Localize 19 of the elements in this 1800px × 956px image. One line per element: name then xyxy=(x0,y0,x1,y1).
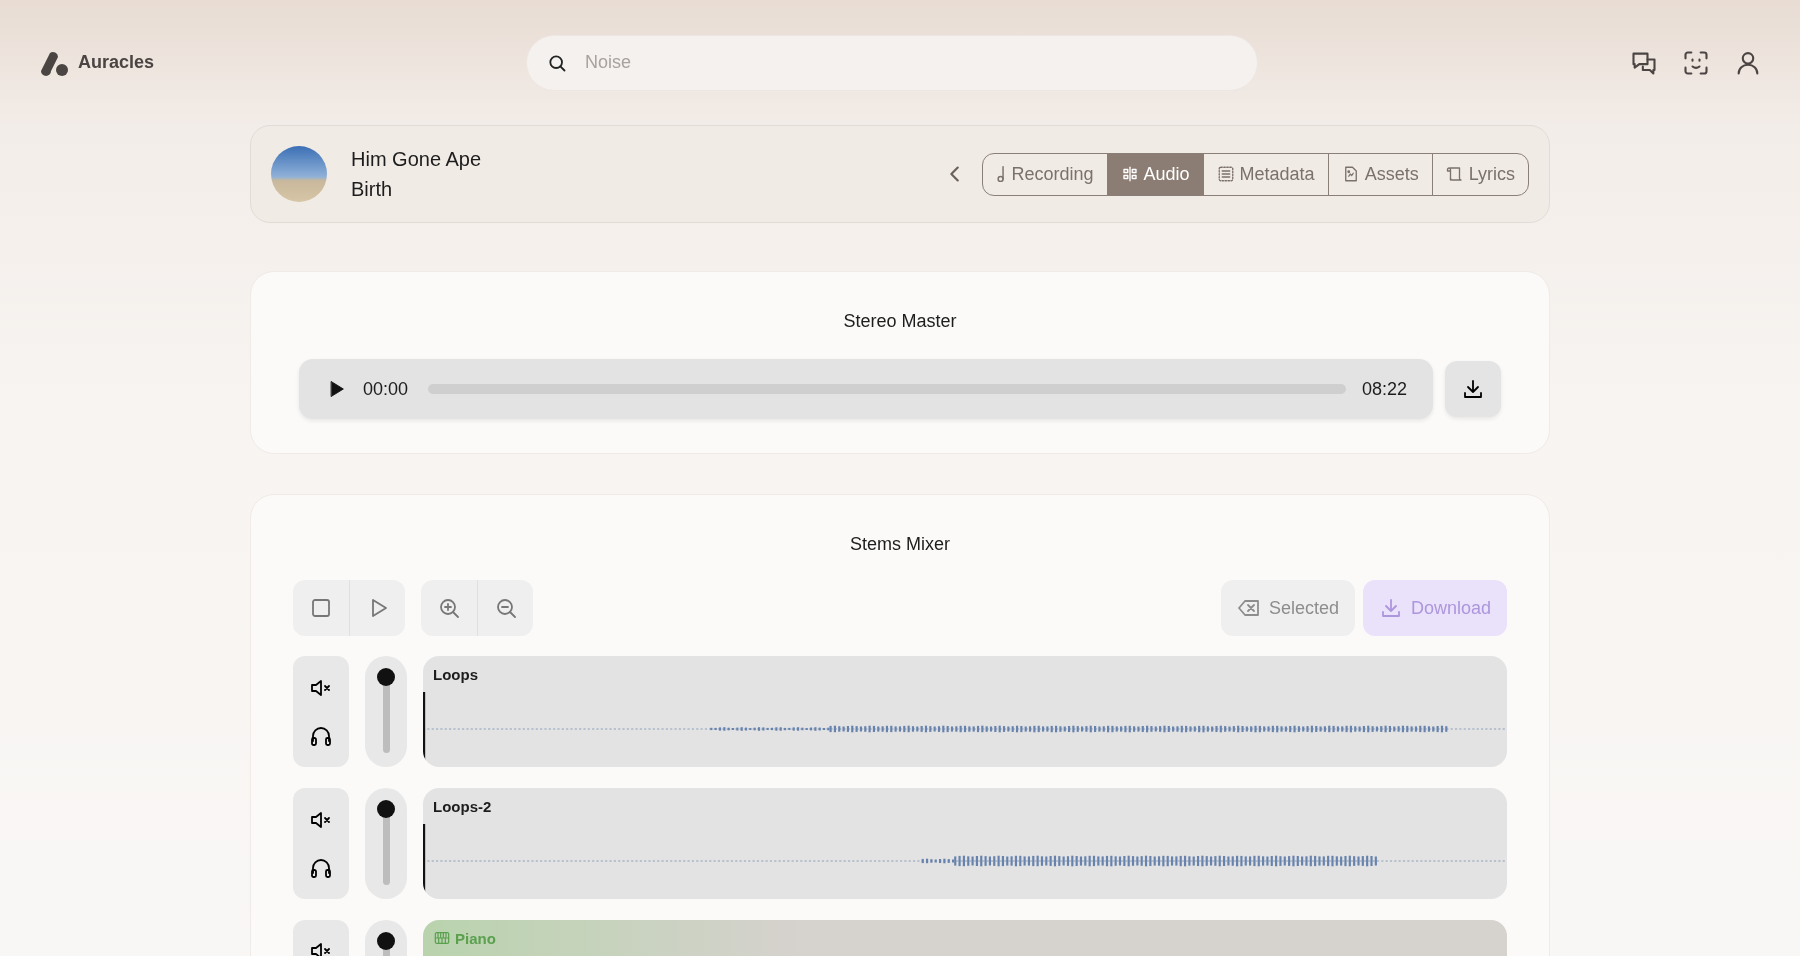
release-title: Him Gone Ape xyxy=(351,147,482,172)
track-name: Loops-2 xyxy=(433,797,492,817)
release-subtitle: Birth xyxy=(351,177,394,202)
search-field[interactable]: Noise xyxy=(526,34,1258,91)
track-name: Loops xyxy=(433,665,478,685)
track-name: Piano xyxy=(433,928,496,951)
tab[interactable]: Audio xyxy=(1106,153,1203,195)
track-lane[interactable]: Loops xyxy=(423,656,1507,767)
tab[interactable]: Assets xyxy=(1327,153,1432,195)
tab[interactable]: Lyrics xyxy=(1431,153,1528,195)
panel-title: Stems Mixer xyxy=(849,533,951,556)
tab[interactable]: Recording xyxy=(983,153,1107,195)
duration: 08:22 xyxy=(1361,377,1407,401)
search-input[interactable]: Noise xyxy=(583,48,1237,77)
track-lane[interactable]: Loops-2 xyxy=(423,788,1507,899)
app-name[interactable]: Auracles xyxy=(78,49,155,76)
current-time: 00:00 xyxy=(363,377,409,401)
tab[interactable]: Metadata xyxy=(1202,153,1328,195)
panel-title: Stereo Master xyxy=(842,310,958,333)
